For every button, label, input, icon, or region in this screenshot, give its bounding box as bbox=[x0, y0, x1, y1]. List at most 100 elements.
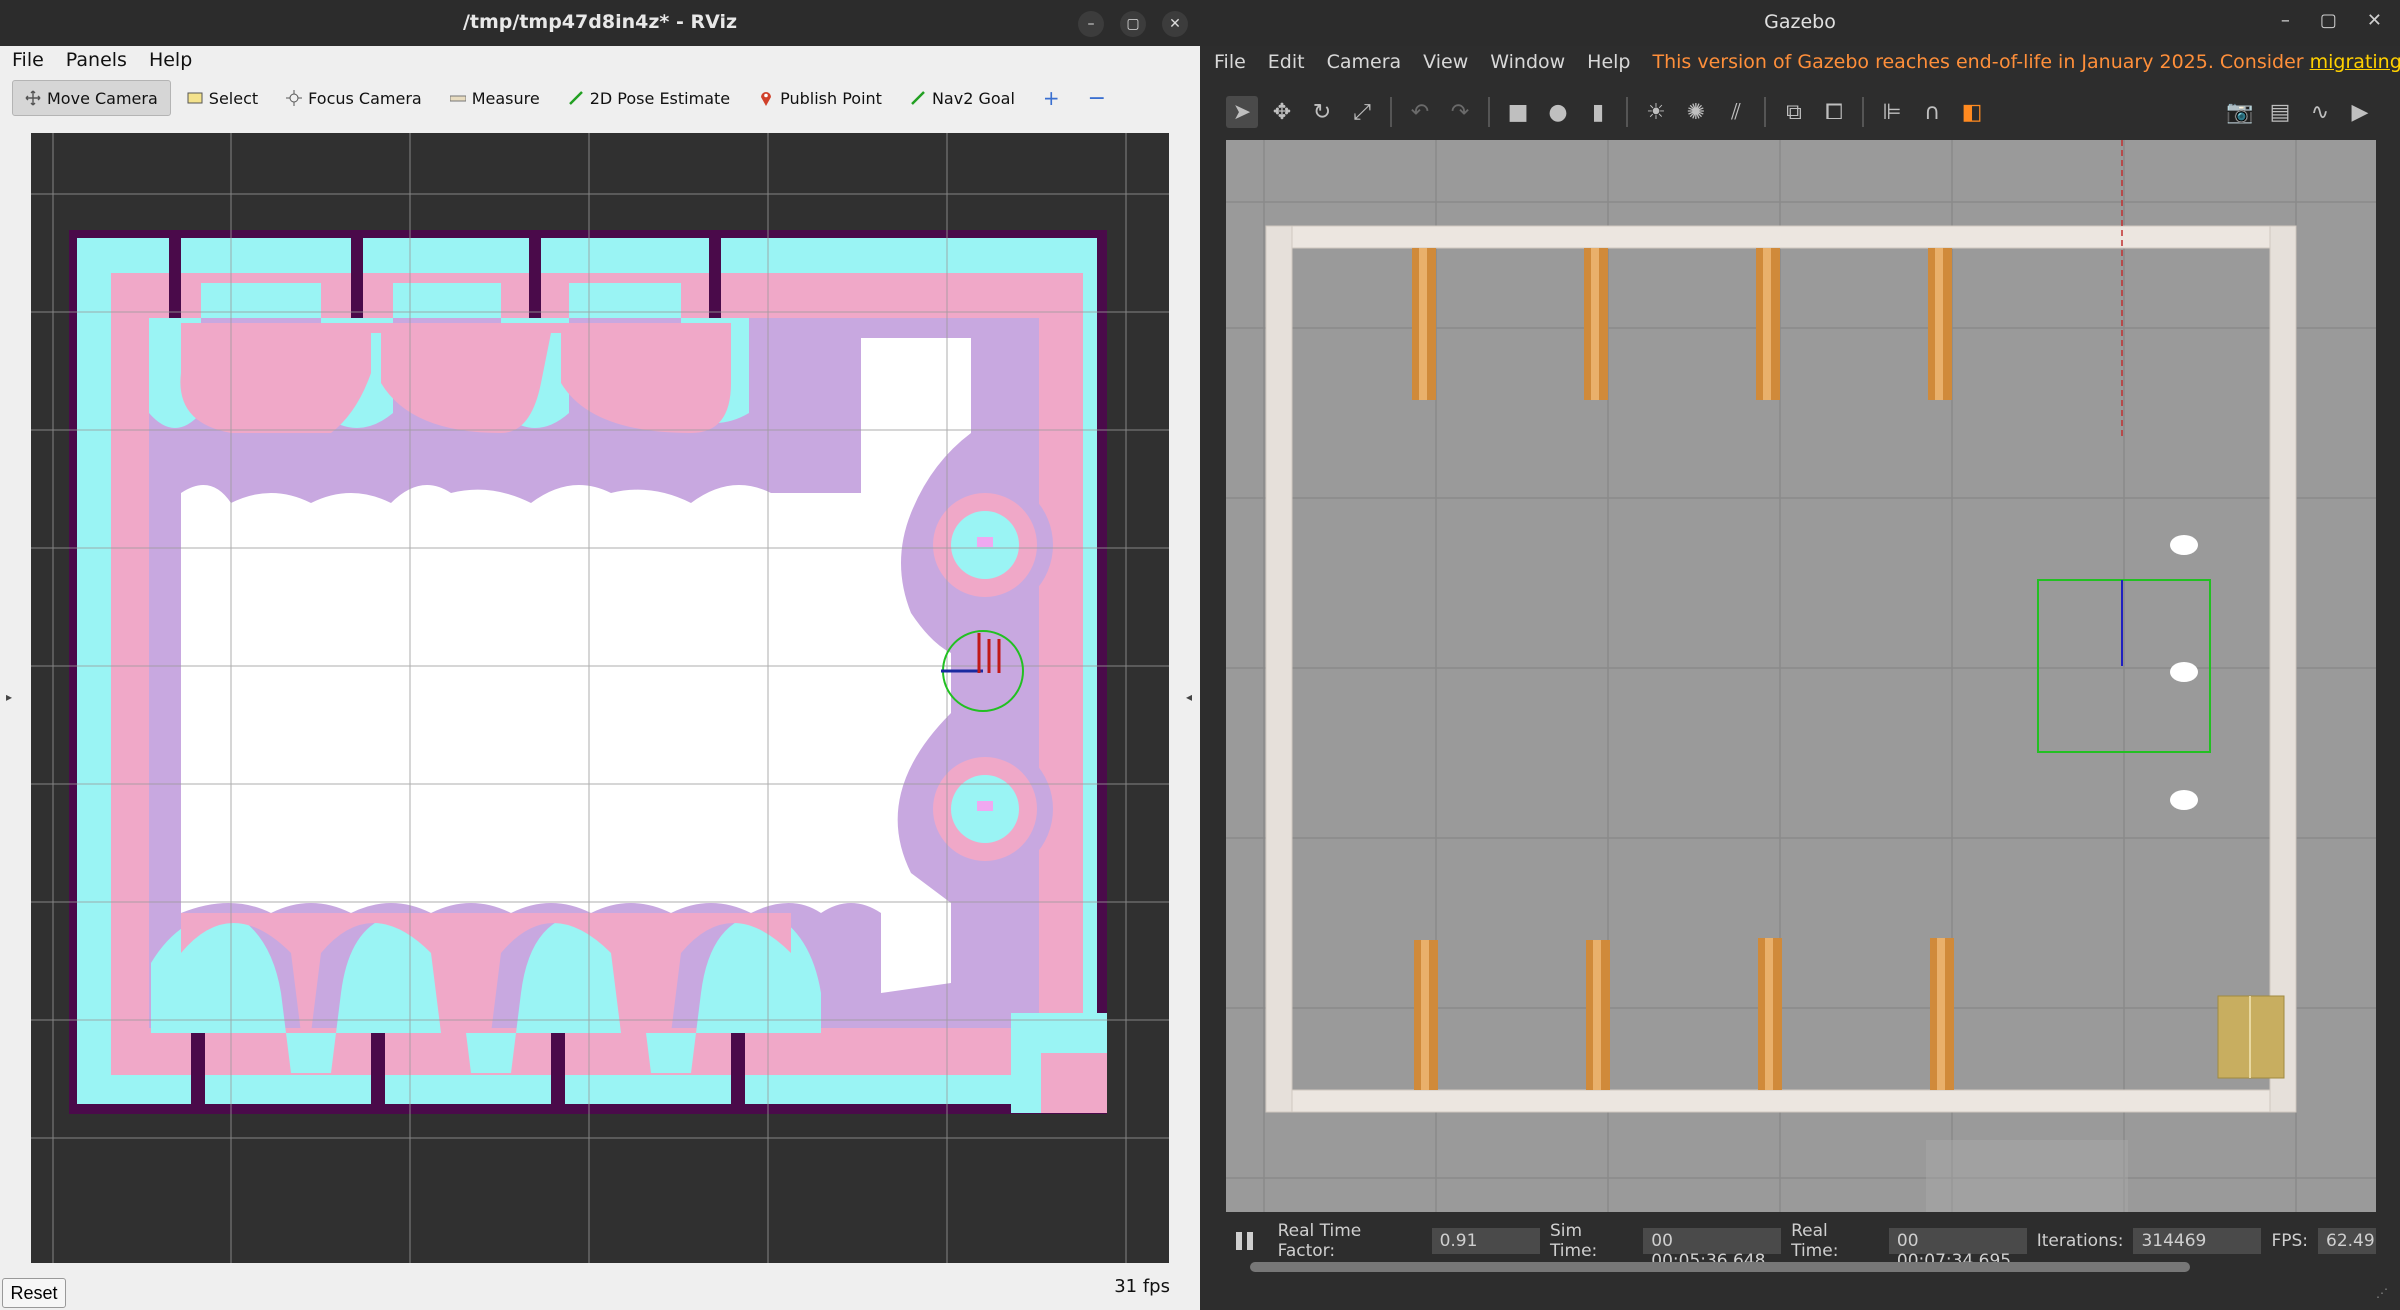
cylinder-shape-icon[interactable]: ▮ bbox=[1582, 96, 1614, 128]
close-icon[interactable]: ✕ bbox=[2367, 10, 2382, 31]
directional-light-icon[interactable]: ⫽ bbox=[1720, 96, 1752, 128]
toolbar-separator bbox=[1626, 97, 1628, 127]
tool-label: Move Camera bbox=[47, 88, 158, 108]
remove-tool-button[interactable]: − bbox=[1076, 80, 1118, 116]
real-time-label: Real Time: bbox=[1791, 1221, 1839, 1261]
measure-icon bbox=[449, 95, 466, 102]
gazebo-titlebar: Gazebo – ▢ ✕ bbox=[1200, 0, 2400, 46]
view-angle-icon[interactable]: ◧ bbox=[1956, 96, 1988, 128]
snap-icon[interactable]: ∩ bbox=[1916, 96, 1948, 128]
undo-icon[interactable]: ↶ bbox=[1404, 96, 1436, 128]
copy-icon[interactable]: ⧉ bbox=[1778, 96, 1810, 128]
goal-arrow-icon bbox=[911, 91, 925, 105]
sim-time-value: 00 00:05:36.648 bbox=[1643, 1228, 1782, 1271]
bottom-pillars bbox=[1414, 938, 1954, 1090]
menu-panels[interactable]: Panels bbox=[54, 46, 137, 71]
point-light-icon[interactable]: ☀ bbox=[1640, 96, 1672, 128]
tool-measure[interactable]: Measure bbox=[438, 80, 552, 116]
tool-nav2-goal[interactable]: Nav2 Goal bbox=[898, 80, 1027, 116]
menu-view[interactable]: View bbox=[1423, 51, 1468, 73]
minus-icon: − bbox=[1087, 85, 1107, 111]
tool-label: Measure bbox=[471, 88, 540, 108]
menu-window[interactable]: Window bbox=[1490, 51, 1565, 73]
rtf-label: Real Time Factor: bbox=[1277, 1221, 1362, 1261]
toolbar-separator bbox=[1764, 97, 1766, 127]
real-time-value: 00 00:07:34.695 bbox=[1888, 1228, 2027, 1271]
gazebo-menubar: File Edit Camera View Window Help This v… bbox=[1200, 46, 2400, 78]
menu-file[interactable]: File bbox=[0, 46, 54, 71]
pause-icon[interactable] bbox=[1234, 1230, 1256, 1252]
rtf-value: 0.91 bbox=[1431, 1228, 1540, 1254]
tool-2d-pose-estimate[interactable]: 2D Pose Estimate bbox=[556, 80, 742, 116]
right-dock-handle[interactable]: ◂ bbox=[1186, 690, 1194, 706]
add-tool-button[interactable]: + bbox=[1031, 80, 1072, 116]
rviz-fps: 31 fps bbox=[1114, 1276, 1170, 1297]
robot-models bbox=[2170, 535, 2198, 810]
toolbar-separator bbox=[1488, 97, 1490, 127]
minimize-icon[interactable]: – bbox=[2281, 10, 2290, 31]
iterations-label: Iterations: bbox=[2036, 1231, 2124, 1251]
translate-mode-icon[interactable]: ✥ bbox=[1266, 96, 1298, 128]
screenshot-icon[interactable]: 📷 bbox=[2224, 96, 2256, 128]
right-obstacle-upper bbox=[917, 477, 1053, 613]
top-pillar-inflation bbox=[149, 283, 749, 433]
tool-label: Focus Camera bbox=[308, 88, 422, 108]
gazebo-window-title: Gazebo bbox=[1764, 11, 1836, 33]
close-icon[interactable]: ✕ bbox=[1162, 11, 1188, 37]
rviz-toolbar: Move Camera Select Focus Camera Measure … bbox=[12, 78, 1118, 118]
fps-label: FPS: bbox=[2271, 1231, 2309, 1251]
toolbar-separator bbox=[1862, 97, 1864, 127]
iterations-value: 314469 bbox=[2133, 1228, 2262, 1254]
menu-edit[interactable]: Edit bbox=[1268, 51, 1305, 73]
plus-icon: + bbox=[1042, 86, 1060, 110]
video-record-icon[interactable]: ▶ bbox=[2344, 96, 2376, 128]
rviz-3d-view[interactable] bbox=[31, 133, 1169, 1263]
gazebo-toolbar: ➤ ✥ ↻ ⤢ ↶ ↷ ■ ● ▮ ☀ ✺ ⫽ ⧉ ⧠ ⊫ ∩ ◧ 📷 ▤ ∿ … bbox=[1226, 88, 2376, 136]
ground-grid bbox=[1226, 140, 2376, 1212]
sim-time-label: Sim Time: bbox=[1549, 1221, 1598, 1261]
sphere-shape-icon[interactable]: ● bbox=[1542, 96, 1574, 128]
horizontal-scrollbar[interactable] bbox=[1250, 1262, 2190, 1272]
resize-grip-icon[interactable]: ⋰ bbox=[2376, 1286, 2390, 1300]
eol-warning: This version of Gazebo reaches end-of-li… bbox=[1653, 51, 2400, 73]
menu-camera[interactable]: Camera bbox=[1327, 51, 1402, 73]
spot-light-icon[interactable]: ✺ bbox=[1680, 96, 1712, 128]
move-camera-icon bbox=[25, 90, 41, 106]
gazebo-3d-view[interactable] bbox=[1226, 140, 2376, 1212]
tool-label: Nav2 Goal bbox=[931, 88, 1015, 108]
redo-icon[interactable]: ↷ bbox=[1444, 96, 1476, 128]
menu-help[interactable]: Help bbox=[1587, 51, 1630, 73]
box-shape-icon[interactable]: ■ bbox=[1502, 96, 1534, 128]
plot-icon[interactable]: ∿ bbox=[2304, 96, 2336, 128]
left-dock-handle[interactable]: ▸ bbox=[6, 690, 14, 706]
align-icon[interactable]: ⊫ bbox=[1876, 96, 1908, 128]
tool-select[interactable]: Select bbox=[175, 80, 270, 116]
menu-help[interactable]: Help bbox=[137, 46, 202, 71]
scale-mode-icon[interactable]: ⤢ bbox=[1346, 96, 1378, 128]
maximize-icon[interactable]: ▢ bbox=[2320, 10, 2337, 31]
gazebo-scene bbox=[1226, 140, 2376, 1212]
migration-link[interactable]: migrating to the new G bbox=[2310, 51, 2400, 73]
rotate-mode-icon[interactable]: ↻ bbox=[1306, 96, 1338, 128]
eol-warning-text: This version of Gazebo reaches end-of-li… bbox=[1652, 51, 2304, 73]
rviz-menubar: File Panels Help bbox=[0, 46, 1200, 74]
rviz-window-title: /tmp/tmp47d8in4z* - RViz bbox=[462, 11, 738, 33]
rviz-window: /tmp/tmp47d8in4z* - RViz – ▢ ✕ File Panel… bbox=[0, 0, 1200, 1310]
top-pillars bbox=[1412, 248, 1952, 400]
tool-label: Publish Point bbox=[780, 88, 882, 108]
log-icon[interactable]: ▤ bbox=[2264, 96, 2296, 128]
tool-label: Select bbox=[208, 88, 259, 108]
select-mode-icon[interactable]: ➤ bbox=[1226, 96, 1258, 128]
maximize-icon[interactable]: ▢ bbox=[1120, 11, 1146, 37]
minimize-icon[interactable]: – bbox=[1078, 11, 1104, 37]
select-icon bbox=[187, 92, 203, 104]
tool-focus-camera[interactable]: Focus Camera bbox=[274, 80, 434, 116]
tool-move-camera[interactable]: Move Camera bbox=[12, 80, 171, 116]
paste-icon[interactable]: ⧠ bbox=[1818, 96, 1850, 128]
menu-file[interactable]: File bbox=[1214, 51, 1246, 73]
fps-value: 62.49 bbox=[2318, 1228, 2377, 1254]
reset-button[interactable]: Reset bbox=[2, 1278, 66, 1308]
tool-label: 2D Pose Estimate bbox=[589, 88, 731, 108]
tool-publish-point[interactable]: Publish Point bbox=[746, 80, 894, 116]
pin-icon bbox=[761, 92, 772, 106]
